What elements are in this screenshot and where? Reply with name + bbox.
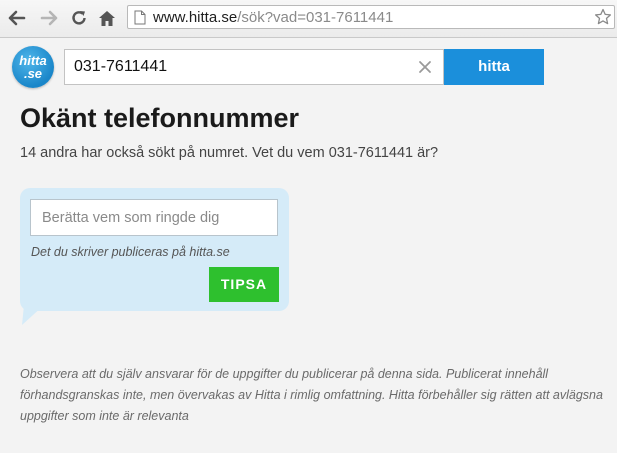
address-url: www.hitta.se/sök?vad=031-7611441 [153,9,393,26]
logo-text-se: .se [23,66,43,81]
url-host: www.hitta.se [153,9,238,26]
forward-arrow-icon[interactable] [38,7,60,29]
disclaimer-text: Observera att du själv ansvarar för de u… [20,367,603,423]
page-title: Okänt telefonnummer [20,103,300,133]
logo-text-hitta: hitta [19,53,47,68]
back-arrow-icon[interactable] [6,7,28,29]
browser-toolbar: www.hitta.se/sök?vad=031-7611441 [0,0,617,38]
search-box [64,49,444,85]
publish-note: Det du skriver publiceras på hitta.se [31,245,230,259]
star-icon[interactable] [594,8,612,31]
clear-icon[interactable] [418,60,432,74]
reload-icon[interactable] [68,7,90,29]
address-bar[interactable]: www.hitta.se/sök?vad=031-7611441 [127,5,615,29]
url-path: /sök?vad=031-7611441 [237,9,394,26]
page-icon [134,10,146,30]
hitta-logo[interactable]: hitta .se [12,46,54,88]
search-button[interactable]: hitta [444,49,544,85]
search-count-text: 14 andra har också sökt på numret. Vet d… [20,145,439,161]
tip-input[interactable] [30,199,278,236]
speech-bubble-tail [22,305,44,325]
home-icon[interactable] [96,7,118,29]
tipsa-button[interactable]: TIPSA [209,267,279,302]
search-input[interactable] [65,50,405,84]
